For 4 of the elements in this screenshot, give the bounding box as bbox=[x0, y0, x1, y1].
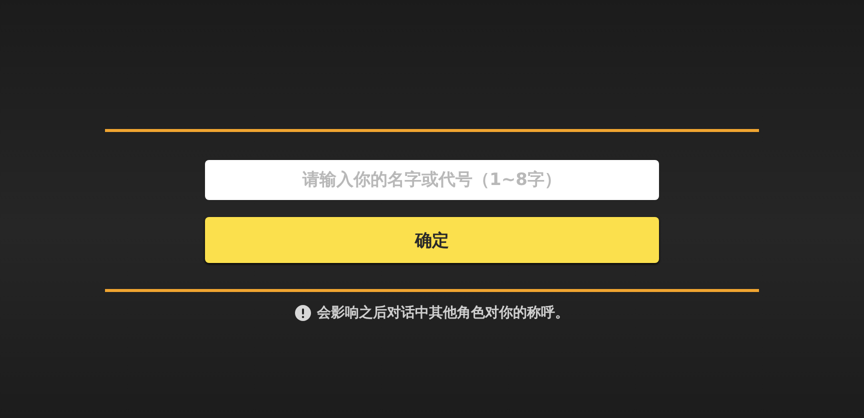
confirm-button[interactable]: 确定 bbox=[205, 217, 659, 263]
warning-icon bbox=[295, 305, 311, 321]
name-field[interactable]: 请输入你的名字或代号（1~8字） bbox=[205, 160, 659, 200]
notice-text: 会影响之后对话中其他角色对你的称呼。 bbox=[317, 304, 569, 322]
